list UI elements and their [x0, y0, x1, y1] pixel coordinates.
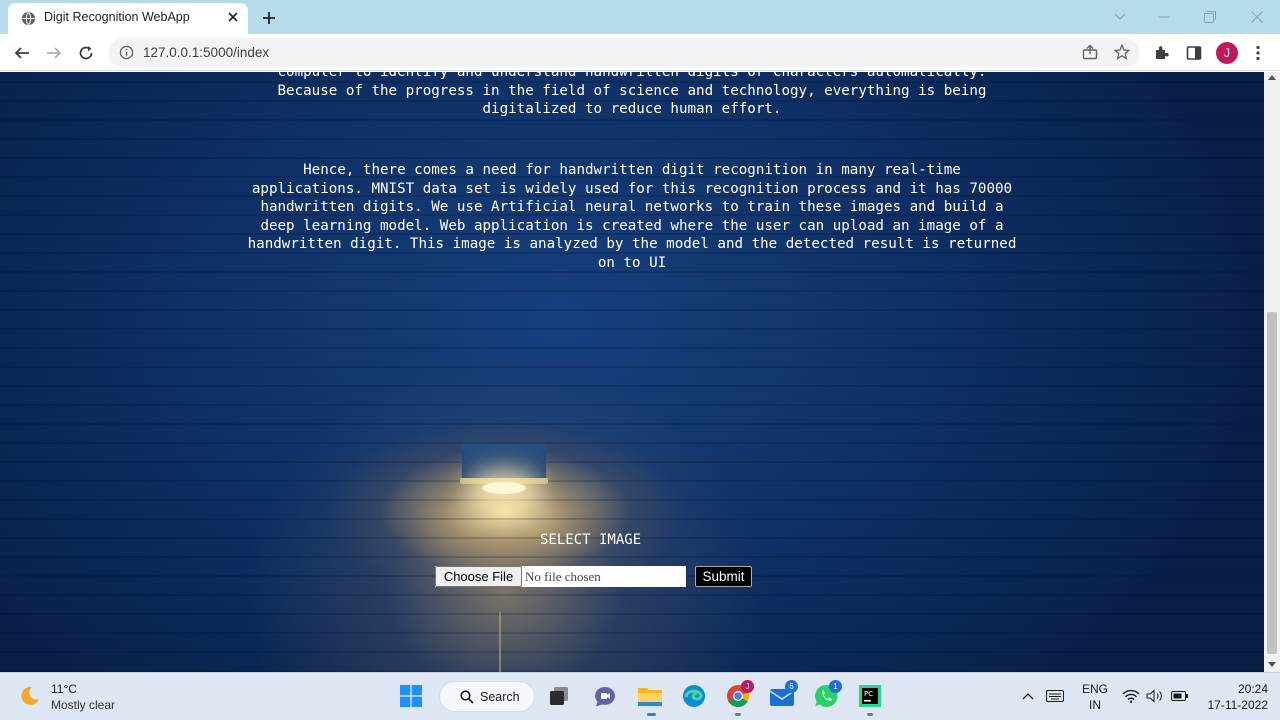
scroll-down-arrow-icon[interactable]	[1268, 662, 1276, 667]
url-text[interactable]: 127.0.0.1:5000/index	[143, 45, 269, 60]
intro-paragraph: computer to identify and understand hand…	[277, 72, 987, 118]
browser-title-bar: Digit Recognition WebApp	[0, 0, 1280, 34]
tab-search-chevron-icon[interactable]	[1110, 7, 1130, 27]
bookmark-star-icon[interactable]	[1110, 40, 1134, 64]
page-viewport: computer to identify and understand hand…	[0, 72, 1264, 672]
description-paragraph: Hence, there comes a need for handwritte…	[247, 162, 1017, 271]
svg-text:PC: PC	[864, 690, 873, 698]
weather-moon-icon[interactable]	[18, 684, 42, 708]
search-icon	[460, 690, 474, 704]
windows-taskbar: 11°C Mostly clear Search J 6 1 PC ENG IN…	[0, 672, 1280, 720]
lamp-light-beam	[499, 612, 501, 672]
address-bar[interactable]: 127.0.0.1:5000/index	[108, 38, 1140, 67]
tab-title: Digit Recognition WebApp	[44, 10, 190, 24]
running-indicator	[735, 713, 741, 716]
task-view-icon[interactable]	[546, 683, 572, 709]
reload-icon[interactable]	[74, 41, 98, 65]
side-panel-icon[interactable]	[1182, 41, 1206, 65]
search-label: Search	[480, 690, 520, 704]
scrollbar-thumb[interactable]	[1267, 312, 1277, 654]
file-input[interactable]: Choose File No file chosen	[435, 566, 686, 587]
scroll-up-arrow-icon[interactable]	[1268, 75, 1276, 80]
new-tab-plus-icon[interactable]	[259, 8, 279, 28]
windows-start-icon[interactable]	[398, 683, 424, 709]
chrome-profile-badge: J	[741, 680, 754, 693]
choose-file-button[interactable]: Choose File	[435, 566, 522, 587]
select-image-label: SELECT IMAGE	[540, 532, 642, 548]
close-tab-icon[interactable]	[224, 8, 242, 26]
close-window-icon[interactable]	[1247, 7, 1267, 27]
browser-tab[interactable]: Digit Recognition WebApp	[8, 3, 248, 34]
extensions-puzzle-icon[interactable]	[1150, 41, 1174, 65]
file-explorer-icon[interactable]	[637, 683, 663, 709]
weather-temperature[interactable]: 11°C	[51, 682, 77, 696]
share-icon[interactable]	[1078, 40, 1102, 64]
weather-condition[interactable]: Mostly clear	[51, 698, 115, 712]
restore-icon[interactable]	[1200, 7, 1220, 27]
volume-icon[interactable]	[1142, 683, 1168, 709]
pycharm-icon[interactable]: PC	[857, 683, 883, 709]
running-indicator	[647, 713, 656, 716]
browser-toolbar: 127.0.0.1:5000/index J	[0, 34, 1280, 71]
forward-arrow-icon[interactable]	[42, 41, 66, 65]
globe-icon	[21, 11, 36, 26]
wifi-icon[interactable]	[1118, 683, 1144, 709]
site-info-icon[interactable]	[119, 45, 134, 60]
language-indicator[interactable]: ENG	[1080, 682, 1110, 696]
running-indicator	[867, 713, 873, 716]
clock-date[interactable]: 17-11-2022	[1190, 698, 1269, 712]
taskbar-search[interactable]: Search	[439, 681, 535, 712]
more-menu-icon[interactable]	[1246, 41, 1270, 65]
mail-count-badge: 6	[785, 680, 798, 693]
show-hidden-icons-chevron-icon[interactable]	[1015, 683, 1041, 709]
clock-time[interactable]: 20:24	[1200, 682, 1268, 696]
edge-browser-icon[interactable]	[681, 683, 707, 709]
touch-keyboard-icon[interactable]	[1042, 683, 1068, 709]
wall-lamp-image	[460, 444, 548, 494]
back-arrow-icon[interactable]	[10, 41, 34, 65]
whatsapp-count-badge: 1	[829, 680, 842, 693]
profile-avatar[interactable]: J	[1216, 42, 1238, 64]
language-region[interactable]: IN	[1080, 698, 1110, 712]
file-status-text: No file chosen	[525, 569, 601, 584]
teams-chat-icon[interactable]	[592, 683, 618, 709]
minimize-icon[interactable]	[1154, 7, 1174, 27]
submit-button[interactable]: Submit	[695, 566, 752, 587]
vertical-scrollbar[interactable]	[1264, 72, 1280, 672]
